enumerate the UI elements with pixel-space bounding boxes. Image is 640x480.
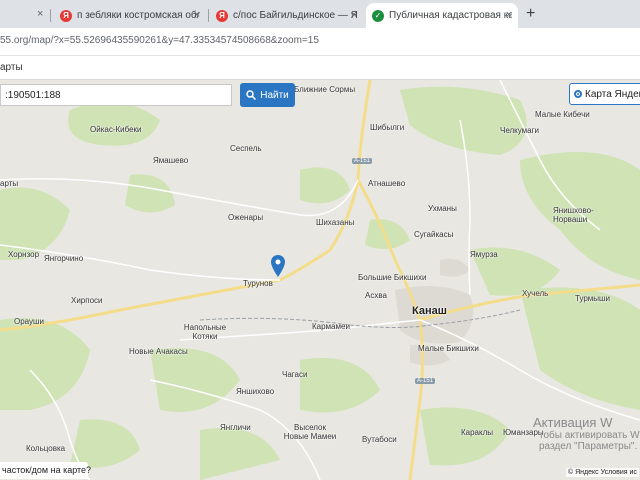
town-label: Сеспель xyxy=(230,144,262,153)
city-label: Канаш xyxy=(412,305,447,317)
town-label: Орауши xyxy=(14,317,44,326)
town-label: Большие Бикшихи xyxy=(358,273,427,282)
tab-zeblyaki[interactable]: Я п зебляки костромская облас × xyxy=(54,3,206,28)
town-label: Челкумаги xyxy=(500,126,540,135)
road-shield: А-151 xyxy=(352,158,373,164)
cadastral-search-input[interactable] xyxy=(0,84,232,106)
town-label: Хирпоси xyxy=(71,296,103,305)
radio-selected-icon[interactable] xyxy=(574,90,582,98)
map-pin-icon[interactable] xyxy=(271,255,285,277)
town-label: Сугайкасы xyxy=(414,230,454,239)
town-label: Хучель xyxy=(522,289,549,298)
page-toolbar: арты xyxy=(0,56,640,80)
town-label: Янишхово-Норваши xyxy=(553,206,594,224)
check-favicon: ✓ xyxy=(372,9,384,22)
tab-separator xyxy=(208,9,209,22)
tab-title: с/пос Байгильдинское — Янде xyxy=(233,10,357,21)
town-label: Турунов xyxy=(243,279,273,288)
town-label: Ямашево xyxy=(153,156,189,165)
report-parcel-link[interactable]: часток/дом на карте? xyxy=(0,462,91,479)
watermark-line: тобы активировать W xyxy=(539,430,640,441)
watermark-line: раздел "Параметры". xyxy=(539,441,638,452)
tab-cadastral-map[interactable]: ✓ Публичная кадастровая карт × xyxy=(366,3,518,28)
road-shield: А-151 xyxy=(415,378,436,384)
address-bar[interactable]: 55.org/map/?x=55.52696435590261&y=47.335… xyxy=(0,28,640,56)
town-label: Шихазаны xyxy=(316,218,355,227)
town-label: арты xyxy=(0,179,19,188)
tab-close-icon[interactable]: × xyxy=(506,9,512,21)
town-label: Напольные Котяки xyxy=(183,323,227,341)
search-icon xyxy=(246,90,257,100)
url-text[interactable]: 55.org/map/?x=55.52696435590261&y=47.335… xyxy=(0,35,319,46)
town-label: Кольцовка xyxy=(26,444,66,453)
town-label: Ойкас-Кибеки xyxy=(90,125,142,134)
town-label: Ямурза xyxy=(470,250,498,259)
town-label: Атнашево xyxy=(368,179,406,188)
tab-close-icon[interactable]: × xyxy=(37,8,43,20)
tab-close-icon[interactable]: × xyxy=(351,9,357,21)
new-tab-button[interactable]: + xyxy=(526,5,535,23)
windows-activation-watermark: Активация W тобы активировать W раздел "… xyxy=(533,415,640,452)
town-label: Караклы xyxy=(461,428,494,437)
town-label: Асхва xyxy=(365,291,387,300)
town-label: Шибылги xyxy=(370,123,405,132)
map-canvas[interactable]: Ближние Сормы Ойкас-Кибеки Шибылги Челку… xyxy=(0,80,640,480)
town-label: Чагаси xyxy=(282,370,308,379)
town-label: Малые Кибечи xyxy=(535,110,590,119)
town-label: Выселок Новые Мамеи xyxy=(283,423,337,441)
map-layer-switch[interactable]: Карта Яндекс xyxy=(569,83,640,105)
yandex-favicon: Я xyxy=(60,9,72,22)
tab-title: п зебляки костромская облас xyxy=(77,10,200,21)
tab-baigildinskoe[interactable]: Я с/пос Байгильдинское — Янде × xyxy=(210,3,363,28)
town-label: Ближние Сормы xyxy=(294,85,356,94)
town-label: Новые Ачакасы xyxy=(129,347,188,356)
town-label: Янгличи xyxy=(220,423,251,432)
town-label: Яншихово xyxy=(236,387,275,396)
tab-close-icon[interactable]: × xyxy=(194,9,200,21)
town-label: Янгорчино xyxy=(44,254,84,263)
toolbar-maps-link[interactable]: арты xyxy=(0,62,23,73)
search-button-label: Найти xyxy=(260,89,289,101)
search-button[interactable]: Найти xyxy=(240,83,295,107)
tab-title: Публичная кадастровая карт xyxy=(389,10,512,21)
town-label: Кармамеи xyxy=(312,322,350,331)
town-label: Ухманы xyxy=(428,204,457,213)
browser-tabbar: × Я п зебляки костромская облас × Я с/по… xyxy=(0,0,640,28)
town-label: Оженары xyxy=(228,213,264,222)
town-label: Турмыши xyxy=(575,294,610,303)
tab-separator xyxy=(50,9,51,22)
map-attribution[interactable]: © Яндекс Условия ис xyxy=(566,468,639,477)
town-label: Вутабоси xyxy=(362,435,397,444)
watermark-title: Активация W xyxy=(533,415,613,430)
town-label: Малые Бикшихи xyxy=(418,344,479,353)
layer-switch-label: Карта Яндекс xyxy=(585,88,640,100)
town-label: Хорнзор xyxy=(8,250,40,259)
yandex-favicon: Я xyxy=(216,9,228,22)
